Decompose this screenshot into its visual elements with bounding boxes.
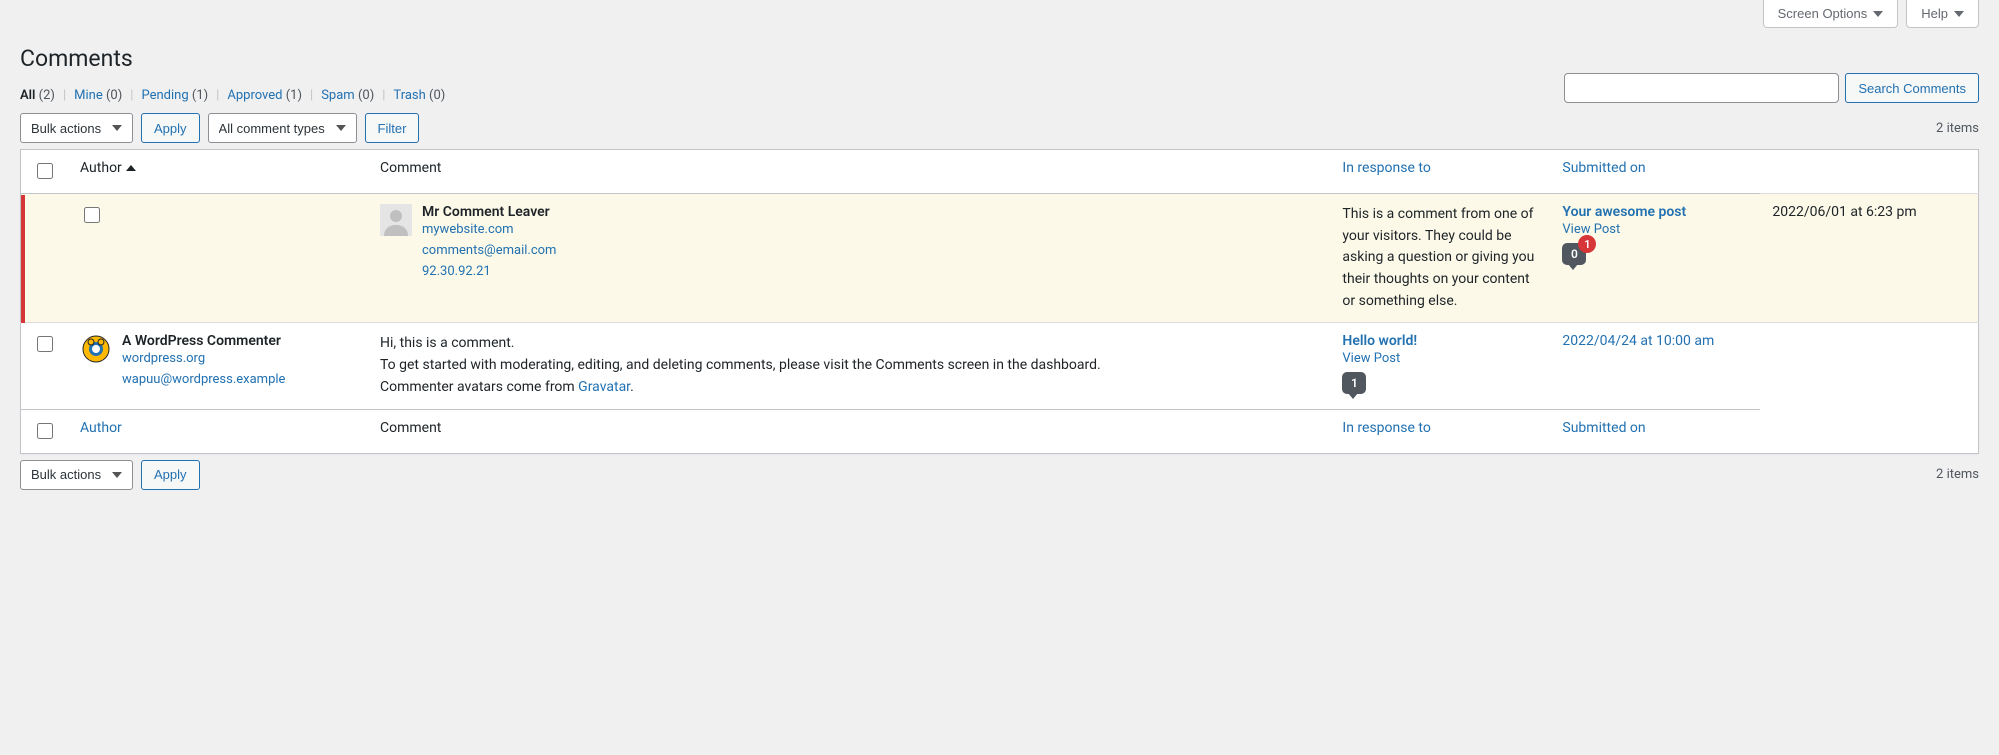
comment-row: Mr Comment Leaver mywebsite.com comments… [21,194,1979,323]
bulk-apply-bottom[interactable]: Apply [141,460,200,490]
search-input[interactable] [1564,73,1839,103]
filter-spam-count: (0) [358,88,374,103]
search-button[interactable]: Search Comments [1845,73,1979,103]
items-count-bottom: 2 items [1936,467,1979,482]
col-author-sort[interactable]: Author [80,160,136,176]
col-date-sort[interactable]: Submitted on [1562,160,1645,176]
col-comment-label: Comment [380,160,441,176]
screen-options-toggle[interactable]: Screen Options [1763,0,1899,28]
help-toggle[interactable]: Help [1906,0,1979,28]
pending-count-badge: 1 [1578,235,1596,253]
avatar-default-icon [380,204,412,236]
comment-author-website[interactable]: wordpress.org [122,349,285,370]
filter-all-count: (2) [39,88,55,103]
comment-text: Hi, this is a comment. To get started wi… [380,333,1318,398]
select-all-top[interactable] [37,163,53,179]
filter-all[interactable]: All [20,88,35,103]
caret-down-icon [1954,11,1964,17]
response-post-title[interactable]: Your awesome post [1562,204,1748,220]
comment-count-bubble[interactable]: 0 1 [1562,243,1586,265]
filter-mine-count: (0) [106,88,122,103]
comment-author-email[interactable]: wapuu@wordpress.example [122,370,285,391]
filter-trash-count: (0) [429,88,445,103]
comment-author-ip[interactable]: 92.30.92.21 [422,262,556,283]
col-author-sort-bottom[interactable]: Author [80,420,122,436]
select-row-checkbox[interactable] [37,336,53,352]
comment-date-link[interactable]: 2022/04/24 at 10:00 am [1562,333,1714,349]
comment-author: A WordPress Commenter [122,333,281,349]
comment-count-bubble[interactable]: 1 [1342,372,1366,394]
bulk-actions-select-bottom[interactable]: Bulk actions [20,460,133,490]
help-label: Help [1921,6,1948,21]
gravatar-link[interactable]: Gravatar [578,379,630,395]
filter-mine[interactable]: Mine [74,88,103,103]
bulk-apply-top[interactable]: Apply [141,113,200,143]
response-view-post[interactable]: View Post [1342,351,1538,366]
comment-author-website[interactable]: mywebsite.com [422,220,556,241]
comment-author: Mr Comment Leaver [422,204,550,220]
avatar-wapuu-icon [80,333,112,365]
filter-trash[interactable]: Trash [393,88,425,103]
filter-spam[interactable]: Spam [321,88,355,103]
col-comment-label-bottom: Comment [380,420,441,436]
col-response-sort-bottom[interactable]: In response to [1342,420,1430,436]
filter-approved-count: (1) [286,88,302,103]
comments-table: Author Comment In response to Submitted … [20,149,1979,454]
filter-pending[interactable]: Pending [141,88,188,103]
comment-text: This is a comment from one of your visit… [1342,204,1538,312]
caret-down-icon [1873,11,1883,17]
sort-asc-icon [126,165,136,171]
response-post-title[interactable]: Hello world! [1342,333,1538,349]
comment-date: 2022/06/01 at 6:23 pm [1760,194,1978,323]
comment-row: A WordPress Commenter wordpress.org wapu… [21,323,1979,409]
filter-pending-count: (1) [192,88,208,103]
filter-button[interactable]: Filter [365,113,420,143]
col-date-sort-bottom[interactable]: Submitted on [1562,420,1645,436]
screen-options-label: Screen Options [1778,6,1868,21]
page-title: Comments [20,36,1979,76]
col-response-sort[interactable]: In response to [1342,160,1430,176]
items-count-top: 2 items [1936,121,1979,136]
comment-author-email[interactable]: comments@email.com [422,241,556,262]
comment-type-select[interactable]: All comment types [208,113,357,143]
select-all-bottom[interactable] [37,423,53,439]
bulk-actions-select-top[interactable]: Bulk actions [20,113,133,143]
filter-approved[interactable]: Approved [227,88,282,103]
select-row-checkbox[interactable] [84,207,100,223]
approved-count: 1 [1342,372,1366,394]
